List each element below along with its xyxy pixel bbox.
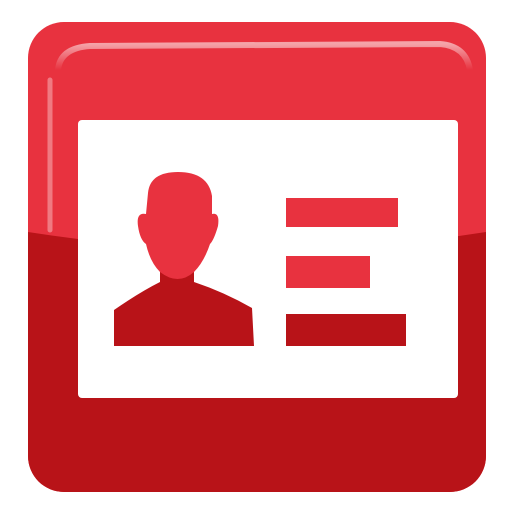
card-line-1 bbox=[286, 198, 398, 227]
id-card bbox=[78, 120, 458, 398]
card-line-2 bbox=[286, 256, 370, 288]
id-card-icon bbox=[28, 22, 486, 492]
card-line-3 bbox=[286, 314, 406, 346]
app-icon[interactable] bbox=[0, 0, 512, 512]
